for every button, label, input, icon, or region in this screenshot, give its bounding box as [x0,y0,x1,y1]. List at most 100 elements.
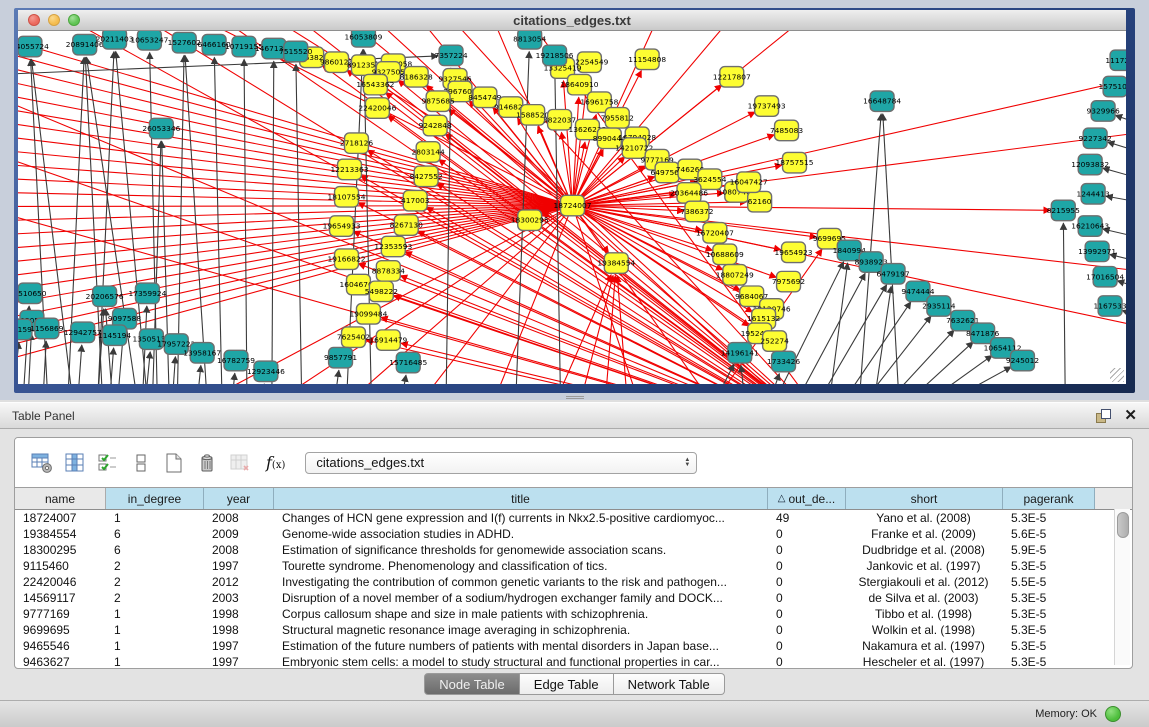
graph-node[interactable]: 8878334 [372,261,405,281]
graph-node[interactable]: 17016504 [1086,266,1124,286]
graph-node[interactable]: 19654923 [775,242,813,262]
table-cell[interactable]: 1998 [204,606,274,622]
graph-node[interactable]: 9242848 [419,115,452,135]
table-cell[interactable]: 1 [106,638,204,654]
graph-node[interactable]: 417003 [401,190,430,210]
table-cell[interactable]: 14569117 [15,590,106,606]
table-cell[interactable]: 5.3E-5 [1003,622,1095,638]
table-selector-dropdown[interactable]: citations_edges.txt ▲▼ [305,452,697,474]
table-cell[interactable]: Nakamura et al. (1997) [846,638,1003,654]
table-cell[interactable]: 1997 [204,558,274,574]
scrollbar-thumb[interactable] [1117,512,1129,538]
table-cell[interactable]: Hescheler et al. (1997) [846,654,1003,669]
graph-node[interactable]: 9245012 [1006,350,1039,370]
table-scrollbar[interactable] [1114,509,1130,665]
table-cell[interactable]: Genome-wide association studies in ADHD. [274,526,768,542]
table-cell[interactable]: 5.6E-5 [1003,526,1095,542]
graph-node[interactable]: 9329966 [1087,101,1120,121]
graph-node[interactable]: 14055724 [18,36,49,56]
graph-node[interactable]: 8267130 [390,215,423,235]
graph-node[interactable]: 18757515 [776,152,814,172]
close-button[interactable] [28,14,40,26]
table-cell[interactable]: Jankovic et al. (1997) [846,558,1003,574]
table-cell[interactable]: 9465546 [15,638,106,654]
table-cell[interactable]: 5.3E-5 [1003,558,1095,574]
graph-node[interactable]: 10688609 [706,244,744,264]
table-cell[interactable]: 5.3E-5 [1003,510,1095,526]
table-cell[interactable]: 0 [768,526,846,542]
table-cell[interactable]: 0 [768,654,846,669]
graph-node[interactable]: 7975692 [772,271,805,291]
graph-node[interactable]: 16210643 [1071,216,1109,236]
graph-node[interactable]: 8427552 [410,166,443,186]
panel-resize-grip[interactable] [566,395,584,400]
graph-node[interactable]: 15716485 [389,352,427,372]
table-cell[interactable]: 9463627 [15,654,106,669]
zoom-button[interactable] [68,14,80,26]
window-titlebar[interactable]: citations_edges.txt [18,10,1126,31]
table-cell[interactable]: 2008 [204,510,274,526]
graph-node[interactable]: 12217807 [713,67,751,87]
table-options-icon[interactable] [29,450,55,476]
tab-node-table[interactable]: Node Table [424,673,520,695]
table-cell[interactable]: 1997 [204,638,274,654]
graph-node[interactable]: 1167533 [1093,296,1126,316]
table-cell[interactable]: 18300295 [15,542,106,558]
table-cell[interactable]: Franke et al. (2009) [846,526,1003,542]
network-canvas-container[interactable]: 1872400718300295193845547463822986012389… [18,31,1126,384]
graph-node[interactable]: 9875685 [422,91,455,111]
graph-node[interactable]: 2803144 [412,142,445,162]
tab-edge-table[interactable]: Edge Table [520,673,614,695]
graph-node[interactable]: 6479197 [876,264,909,284]
table-cell[interactable]: 5.3E-5 [1003,654,1095,669]
graph-node[interactable]: 1575104 [1098,76,1126,96]
table-cell[interactable]: Estimation of significance thresholds fo… [274,542,768,558]
function-builder-icon[interactable]: f(x) [266,453,285,472]
table-cell[interactable]: 22420046 [15,574,106,590]
table-cell[interactable]: Tourette syndrome. Phenomenology and cla… [274,558,768,574]
window-resize-grip[interactable] [1110,368,1124,382]
table-cell[interactable]: Embryonic stem cells: a model to study s… [274,654,768,669]
table-cell[interactable]: 0 [768,590,846,606]
graph-node[interactable]: 17359924 [128,283,166,303]
column-visibility-icon[interactable] [62,450,88,476]
graph-node[interactable]: 10653247 [130,31,168,50]
table-cell[interactable]: 9699695 [15,622,106,638]
new-table-icon[interactable] [161,450,187,476]
table-cell[interactable]: 9115460 [15,558,106,574]
graph-node[interactable]: 252274 [760,331,789,351]
graph-node[interactable]: 12093832 [1071,154,1109,174]
graph-node[interactable]: 11154808 [628,49,666,69]
graph-node[interactable]: 16914479 [369,330,407,350]
table-cell[interactable]: 1 [106,510,204,526]
table-cell[interactable]: 1997 [204,654,274,669]
table-cell[interactable]: 2012 [204,574,274,590]
column-header-pagerank[interactable]: pagerank [1003,488,1095,509]
table-cell[interactable]: 49 [768,510,846,526]
clear-selection-icon[interactable] [128,450,154,476]
table-cell[interactable]: 0 [768,606,846,622]
graph-node[interactable]: 13992971 [1078,241,1116,261]
table-cell[interactable]: 1 [106,654,204,669]
graph-node[interactable]: 19166822 [328,249,366,269]
table-cell[interactable]: Yano et al. (2008) [846,510,1003,526]
graph-node[interactable]: 5498222 [365,281,398,301]
table-cell[interactable]: Dudbridge et al. (2008) [846,542,1003,558]
graph-node[interactable]: 62160 [748,191,772,211]
graph-node[interactable]: 9227342 [1079,128,1112,148]
graph-node[interactable]: 7625402 [337,327,370,347]
table-cell[interactable]: de Silva et al. (2003) [846,590,1003,606]
graph-node[interactable]: 7357224 [434,45,467,65]
table-cell[interactable]: Disruption of a novel member of a sodium… [274,590,768,606]
graph-node[interactable]: 8813054 [513,31,546,49]
table-cell[interactable]: 2008 [204,542,274,558]
table-cell[interactable]: 6 [106,526,204,542]
table-cell[interactable]: Tibbo et al. (1998) [846,606,1003,622]
graph-node[interactable]: 9857791 [324,347,357,367]
graph-node[interactable]: 7515520 [279,41,312,61]
column-header-name[interactable]: name [15,488,106,509]
minimize-button[interactable] [48,14,60,26]
graph-node[interactable]: 1117278 [1105,50,1126,70]
table-cell[interactable]: 0 [768,542,846,558]
table-cell[interactable]: Estimation of the future numbers of pati… [274,638,768,654]
